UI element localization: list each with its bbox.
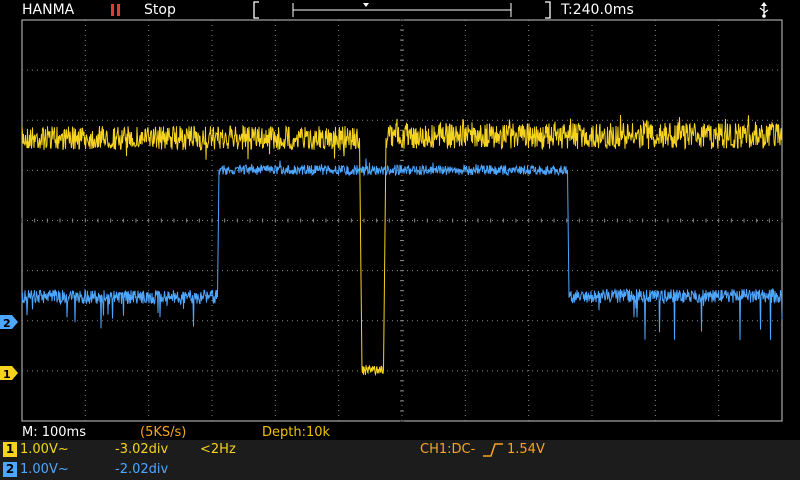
- ch1-badge[interactable]: 1: [3, 442, 17, 457]
- rising-edge-icon: [482, 442, 504, 463]
- waveform-display[interactable]: 2 1: [0, 0, 800, 480]
- channel-info-panel: 1 1.00V~ -3.02div <2Hz CH1:DC- 1.54V 2 1…: [0, 440, 800, 480]
- ch2-ground-marker[interactable]: 2: [0, 315, 18, 330]
- graticule: [21, 19, 783, 422]
- ch1-offset: -3.02div: [115, 442, 169, 457]
- ch1-volts-div[interactable]: 1.00V~: [20, 442, 69, 458]
- ch2-marker-label: 2: [3, 317, 11, 330]
- ch1-ground-marker[interactable]: 1: [0, 366, 18, 381]
- trigger-source-info: CH1:DC-: [420, 442, 476, 457]
- ch1-frequency: <2Hz: [200, 442, 236, 457]
- trigger-level: 1.54V: [507, 442, 545, 457]
- ch2-offset: -2.02div: [115, 462, 169, 477]
- ch2-badge[interactable]: 2: [3, 462, 17, 477]
- ch1-marker-label: 1: [3, 368, 11, 381]
- memory-depth-readout: Depth:10k: [262, 425, 331, 440]
- sample-rate-readout: (5KS/s): [140, 425, 187, 440]
- ch2-volts-div[interactable]: 1.00V~: [20, 462, 69, 478]
- timebase-readout: M: 100ms: [22, 425, 86, 440]
